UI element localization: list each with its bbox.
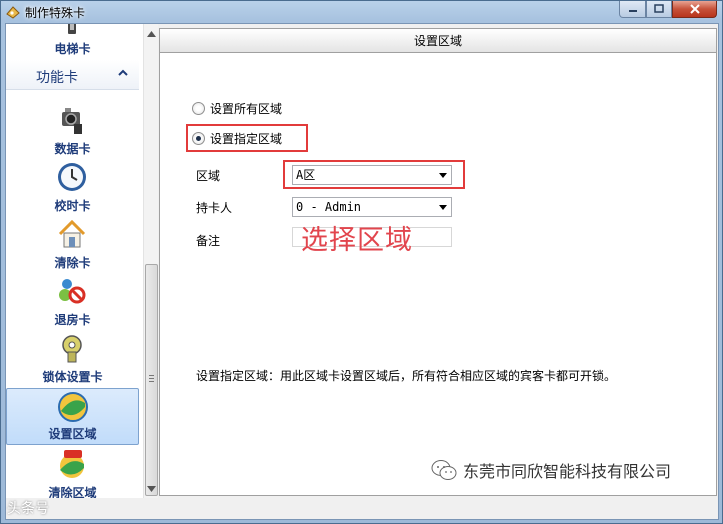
radio-button[interactable] bbox=[192, 101, 205, 115]
area-label: 区域 bbox=[196, 169, 221, 183]
checkout-icon bbox=[59, 279, 86, 304]
chevron-up-icon[interactable] bbox=[116, 66, 130, 80]
maximize-button[interactable] bbox=[646, 1, 672, 18]
sidebar-item-elevator-card[interactable]: 电梯卡 bbox=[6, 24, 139, 59]
sidebar-item-label: 清除卡 bbox=[54, 256, 91, 270]
arrow-down-icon bbox=[147, 485, 156, 492]
area-value: A区 bbox=[296, 168, 316, 182]
card-holder-label: 持卡人 bbox=[196, 201, 233, 215]
watermark-company: 东莞市同欣智能科技有限公司 bbox=[431, 458, 671, 482]
sidebar-item-label: 退房卡 bbox=[54, 313, 91, 327]
radio-button-selected[interactable] bbox=[192, 131, 205, 145]
minimize-button[interactable] bbox=[619, 1, 646, 18]
option-specific-area[interactable]: 设置指定区域 bbox=[192, 129, 282, 147]
house-clear-icon bbox=[58, 219, 86, 248]
app-icon bbox=[6, 6, 20, 19]
card-holder-value: 0 - Admin bbox=[296, 200, 362, 214]
option-label: 设置所有区域 bbox=[210, 101, 283, 116]
watermark-site: 头条号 bbox=[7, 498, 49, 518]
sidebar-item-label: 校时卡 bbox=[54, 199, 91, 213]
clear-area-icon bbox=[60, 450, 84, 478]
close-icon bbox=[689, 4, 700, 14]
sidebar-group-function-cards[interactable]: 功能卡 bbox=[6, 60, 139, 90]
grip-icon bbox=[149, 375, 154, 382]
info-text: 设置指定区域：用此区域卡设置区域后，所有符合相应区域的宾客卡都可开锁。 bbox=[196, 369, 617, 383]
option-all-areas[interactable]: 设置所有区域 bbox=[192, 99, 282, 117]
set-area-icon bbox=[58, 392, 88, 422]
wechat-icon bbox=[431, 460, 457, 480]
sidebar-item-label: 数据卡 bbox=[54, 142, 91, 156]
option-label: 设置指定区域 bbox=[210, 131, 283, 146]
sidebar-item-checkout-card[interactable]: 退房卡 bbox=[6, 273, 139, 330]
area-select[interactable]: A区 bbox=[292, 165, 452, 185]
arrow-up-icon bbox=[147, 30, 156, 37]
sidebar-item-data-card[interactable]: 数据卡 bbox=[6, 102, 139, 159]
sidebar-item-lock-settings-card[interactable]: 锁体设置卡 bbox=[6, 330, 139, 387]
clock-icon bbox=[58, 163, 86, 191]
scroll-up-button[interactable] bbox=[144, 26, 159, 41]
title-bar[interactable]: 制作特殊卡 bbox=[1, 1, 722, 23]
card-holder-select[interactable]: 0 - Admin bbox=[292, 197, 452, 217]
watermark-site-text: 头条号 bbox=[7, 500, 49, 516]
sidebar-item-label: 锁体设置卡 bbox=[42, 370, 103, 384]
sidebar-item-set-area[interactable]: 设置区域 bbox=[6, 388, 139, 445]
sidebar: 电梯卡 功能卡 数据卡 校时卡 清除卡 退房卡 锁体设置卡 设置区域 清除区域 bbox=[6, 24, 143, 498]
settings-panel: 设置区域 设置所有区域 设置指定区域 区域 A区 持卡人 0 - Admin 备… bbox=[159, 28, 717, 496]
app-window: 制作特殊卡 电梯卡 功能卡 数据卡 校时卡 清除卡 退房卡 锁体设置卡 设置区域… bbox=[0, 0, 723, 524]
sidebar-scrollbar[interactable] bbox=[143, 24, 158, 498]
sidebar-item-label: 电梯卡 bbox=[54, 42, 91, 56]
dropdown-arrow-icon bbox=[439, 205, 447, 210]
panel-title: 设置区域 bbox=[160, 29, 716, 53]
minimize-icon bbox=[628, 10, 637, 12]
sidebar-item-clear-area[interactable]: 清除区域 bbox=[6, 446, 139, 498]
sidebar-item-clear-card[interactable]: 清除卡 bbox=[6, 216, 139, 273]
window-title: 制作特殊卡 bbox=[25, 6, 86, 20]
camera-data-icon bbox=[62, 108, 82, 134]
sidebar-item-time-card[interactable]: 校时卡 bbox=[6, 159, 139, 216]
scroll-down-button[interactable] bbox=[144, 481, 159, 496]
elevator-card-icon bbox=[68, 24, 76, 34]
lock-settings-icon bbox=[62, 335, 82, 363]
sidebar-item-label: 设置区域 bbox=[48, 427, 97, 441]
scroll-thumb[interactable] bbox=[145, 264, 158, 496]
sidebar-group-label: 功能卡 bbox=[36, 69, 78, 85]
note-label: 备注 bbox=[196, 234, 221, 248]
annotation-text: 选择区域 bbox=[301, 225, 413, 256]
sidebar-item-label: 清除区域 bbox=[48, 486, 97, 498]
watermark-company-text: 东莞市同欣智能科技有限公司 bbox=[463, 464, 672, 481]
dropdown-arrow-icon bbox=[439, 173, 447, 178]
maximize-icon bbox=[654, 4, 664, 13]
client-area: 电梯卡 功能卡 数据卡 校时卡 清除卡 退房卡 锁体设置卡 设置区域 清除区域 … bbox=[5, 23, 719, 520]
close-button[interactable] bbox=[672, 1, 717, 18]
